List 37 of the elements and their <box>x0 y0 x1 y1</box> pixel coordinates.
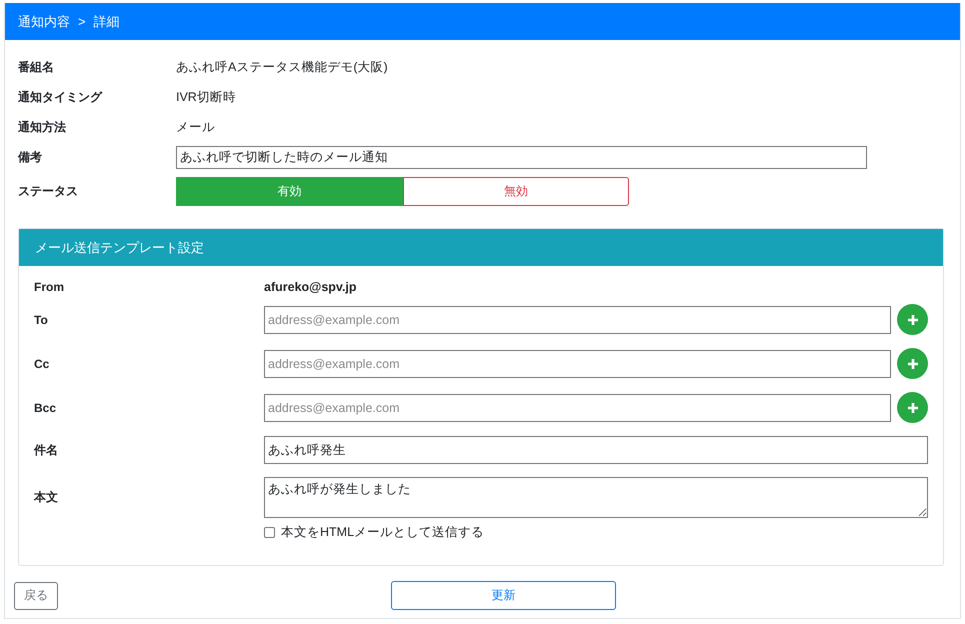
status-option[interactable]: 無効 <box>402 176 629 206</box>
plus-icon <box>906 314 918 326</box>
field-label: Bcc <box>34 400 58 414</box>
sender-address: afureko@spv.jp <box>264 280 358 294</box>
field-label: From <box>34 280 65 294</box>
breadcrumb-item: 詳細 <box>94 12 120 30</box>
status-option[interactable]: 有効 <box>176 176 402 206</box>
field-value: メール <box>176 118 216 136</box>
field-label: 番組名 <box>18 58 55 76</box>
field-value: IVR切断時 <box>176 88 237 106</box>
note-field[interactable]: あふれ呼で切断した時のメール通知 <box>176 146 867 168</box>
update-button[interactable]: 更新 <box>391 581 616 610</box>
field-label: Cc <box>34 356 50 370</box>
plus-icon <box>906 358 918 370</box>
field-label: 通知タイミング <box>18 88 104 106</box>
breadcrumb-separator: > <box>78 14 86 29</box>
back-button[interactable]: 戻る <box>14 582 58 610</box>
checkbox-label[interactable]: 本文をHTMLメールとして送信する <box>281 524 484 541</box>
field-label: To <box>34 312 49 326</box>
section-title: メール送信テンプレート設定 <box>35 238 204 256</box>
field-label: 本文 <box>34 489 59 506</box>
add-button[interactable] <box>897 392 928 423</box>
add-button[interactable] <box>897 304 928 335</box>
field-label: 件名 <box>34 442 59 458</box>
field-label: ステータス <box>18 182 79 200</box>
address-field[interactable]: address@example.com <box>264 350 891 378</box>
field-label: 備考 <box>18 148 43 166</box>
field-value: あふれ呼Aステータス機能デモ(大阪) <box>176 58 389 76</box>
body-field[interactable]: あふれ呼が発生しました <box>264 477 928 518</box>
subject-field[interactable]: あふれ呼発生 <box>264 436 928 464</box>
breadcrumb-item[interactable]: 通知内容 <box>18 12 70 30</box>
checkbox[interactable] <box>264 527 275 538</box>
plus-icon <box>906 402 918 414</box>
address-field[interactable]: address@example.com <box>264 394 891 422</box>
field-label: 通知方法 <box>18 118 67 136</box>
address-field[interactable]: address@example.com <box>264 306 891 334</box>
add-button[interactable] <box>897 348 928 379</box>
